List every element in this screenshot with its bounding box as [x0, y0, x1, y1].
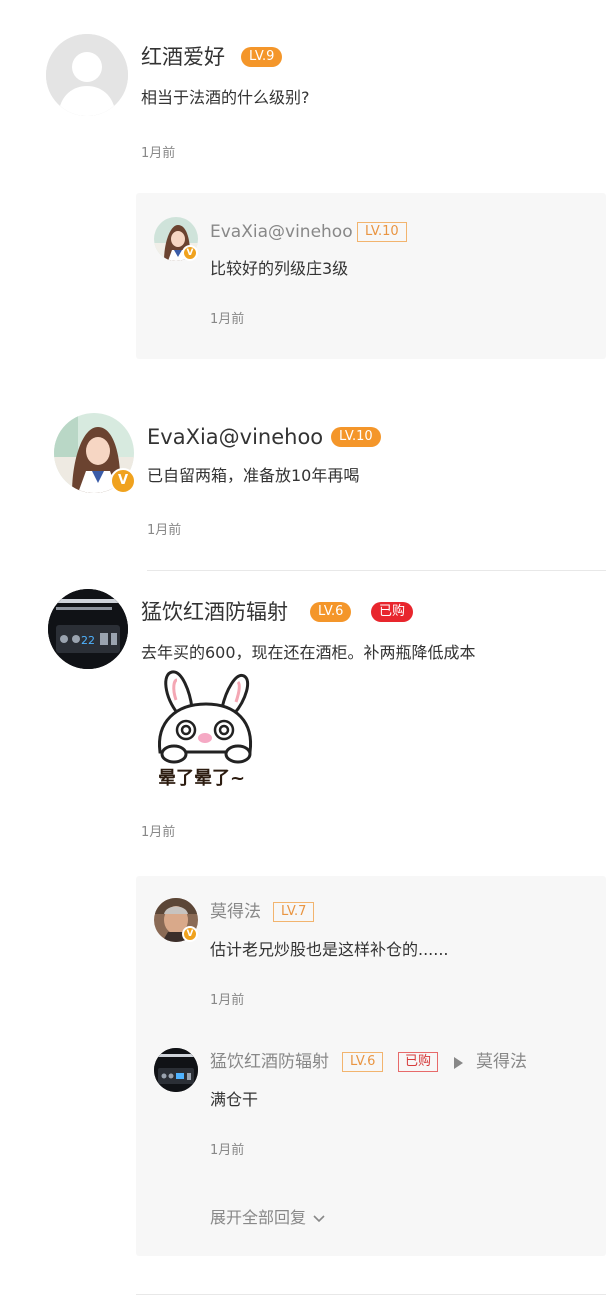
comment-text: 相当于法酒的什么级别?: [141, 88, 310, 107]
default-avatar-icon: [46, 34, 128, 116]
user-name[interactable]: EvaXia@vinehoo: [210, 221, 353, 243]
reply-time: 1月前: [210, 1143, 245, 1158]
verified-badge-icon: V: [110, 468, 136, 494]
reply-to-user[interactable]: 莫得法: [476, 1051, 527, 1073]
reply-arrow-icon: [454, 1057, 463, 1069]
user-name[interactable]: 猛饮红酒防辐射: [210, 1051, 329, 1073]
reply-box: V 莫得法 LV.7 估计老兄炒股也是这样补仓的...... 1月前 猛饮红酒防…: [136, 876, 606, 1256]
user-name[interactable]: 猛饮红酒防辐射: [141, 599, 288, 625]
user-name[interactable]: 莫得法: [210, 901, 261, 923]
bought-badge: 已购: [371, 602, 414, 622]
comment-time: 1月前: [147, 523, 182, 538]
level-badge: LV.7: [273, 902, 315, 922]
comment-time: 1月前: [141, 825, 176, 840]
comment-text: 已自留两箱，准备放10年再喝: [147, 466, 360, 485]
level-badge: LV.9: [241, 47, 283, 67]
reply-box: V EvaXia@vinehoo LV.10 比较好的列级庄3级 1月前: [136, 193, 606, 359]
verified-badge-icon: V: [182, 245, 198, 261]
expand-replies-label: 展开全部回复: [210, 1208, 307, 1227]
divider: [147, 570, 606, 571]
chevron-down-icon: [313, 1214, 325, 1222]
reply-time: 1月前: [210, 312, 245, 327]
user-name[interactable]: EvaXia@vinehoo: [147, 424, 323, 450]
verified-badge-icon: V: [182, 926, 198, 942]
user-avatar[interactable]: 22: [48, 589, 128, 669]
avatar-panel-readout: 22: [81, 634, 95, 647]
wine-cabinet-panel-avatar-icon: [154, 1048, 198, 1092]
level-badge: LV.10: [331, 427, 381, 447]
dizzy-bunny-sticker-icon: 晕了晕了~: [150, 666, 262, 790]
reply-text: 估计老兄炒股也是这样补仓的......: [210, 940, 449, 959]
comment-text: 去年买的600，现在还在酒柜。补两瓶降低成本: [141, 643, 476, 662]
level-badge: LV.10: [357, 222, 407, 242]
user-avatar[interactable]: [154, 1048, 198, 1092]
reply-text: 比较好的列级庄3级: [210, 259, 349, 278]
user-avatar[interactable]: [46, 34, 128, 116]
level-badge: LV.6: [342, 1052, 384, 1072]
wine-cabinet-panel-avatar-icon: 22: [48, 589, 128, 669]
reply-text: 满仓干: [210, 1090, 259, 1109]
comment-time: 1月前: [141, 146, 176, 161]
bought-badge: 已购: [398, 1052, 439, 1072]
expand-replies-button[interactable]: 展开全部回复: [210, 1207, 325, 1229]
divider: [136, 1294, 606, 1295]
sticker-caption: 晕了晕了~: [158, 768, 246, 789]
reply-time: 1月前: [210, 993, 245, 1008]
level-badge: LV.6: [310, 602, 352, 622]
user-name[interactable]: 红酒爱好: [141, 44, 225, 70]
